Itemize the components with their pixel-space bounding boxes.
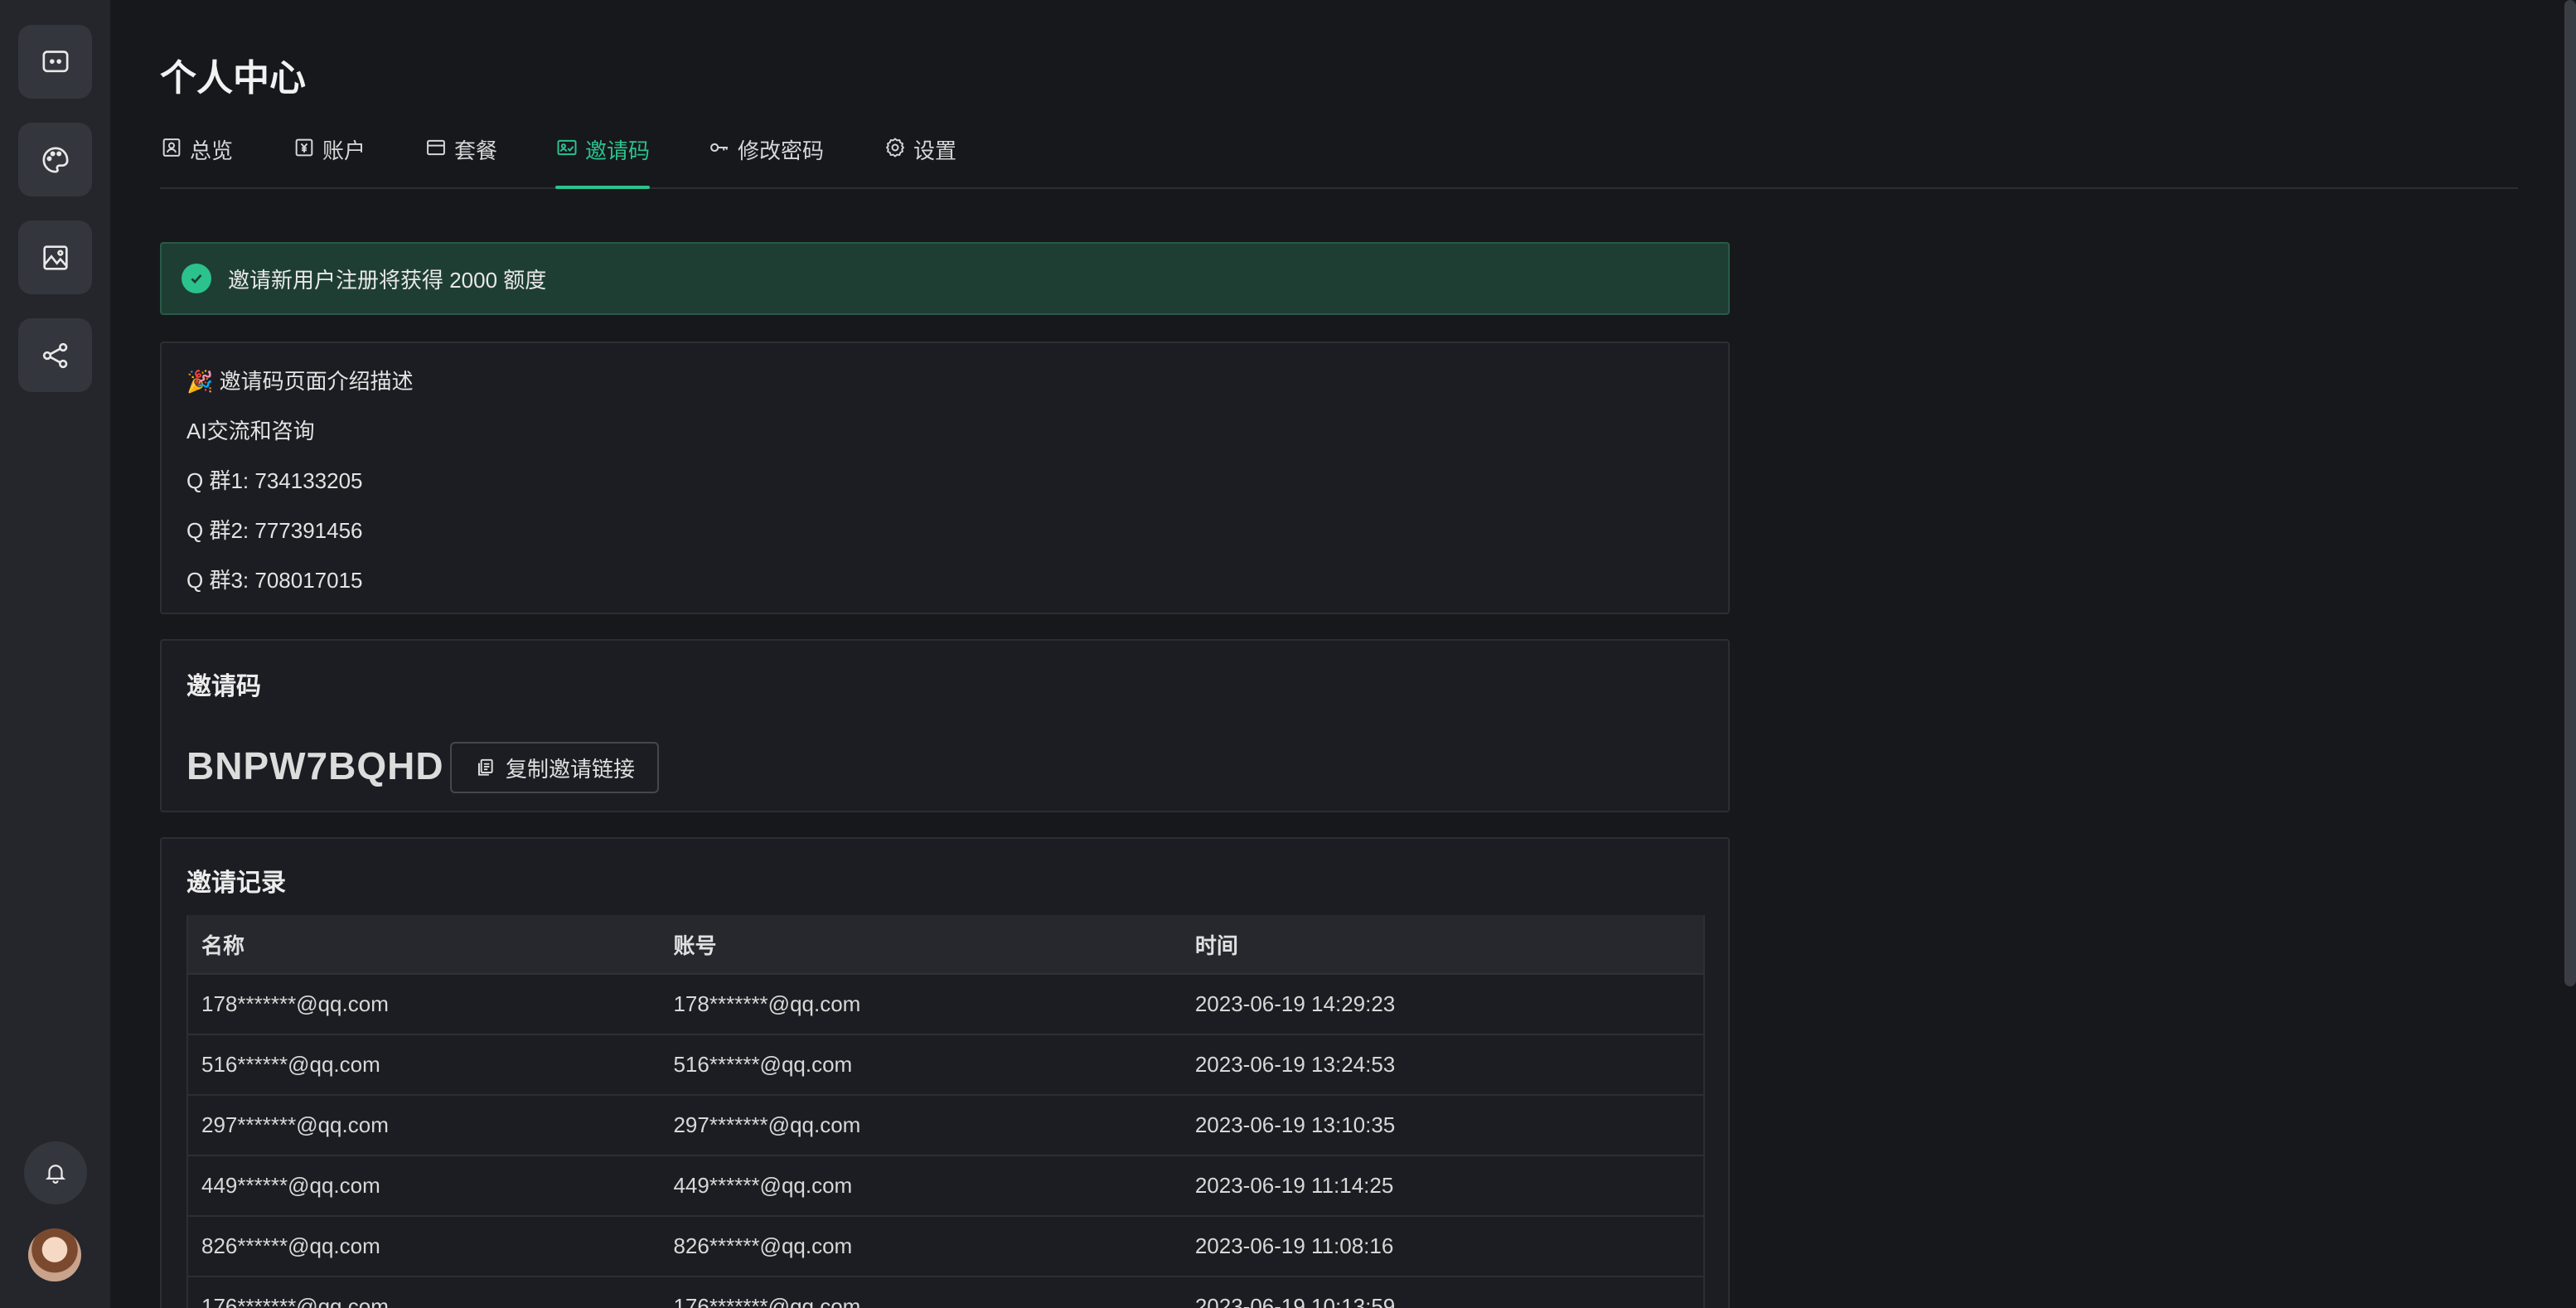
gear-icon — [885, 138, 905, 157]
cell-name: 176*******@qq.com — [187, 1277, 661, 1308]
cell-name: 297*******@qq.com — [187, 1095, 661, 1156]
cell-time: 2023-06-19 13:10:35 — [1181, 1095, 1704, 1156]
palette-icon — [42, 146, 69, 173]
page-title: 个人中心 — [160, 58, 306, 99]
check-circle-icon — [182, 264, 211, 293]
tab-change-password[interactable]: 修改密码 — [708, 134, 824, 187]
tab-label: 总览 — [190, 138, 234, 163]
table-header-row: 名称 账号 时间 — [187, 915, 1704, 975]
cell-time: 2023-06-19 11:08:16 — [1181, 1216, 1704, 1277]
avatar[interactable] — [28, 1228, 81, 1281]
cell-account: 178*******@qq.com — [660, 974, 1182, 1035]
wallet-icon — [295, 138, 313, 157]
alert-text: 邀请新用户注册将获得 2000 额度 — [228, 267, 547, 293]
cell-name: 449******@qq.com — [187, 1155, 661, 1217]
table-row: 826******@qq.com 826******@qq.com 2023-0… — [187, 1216, 1704, 1277]
cell-time: 2023-06-19 10:13:59 — [1181, 1277, 1704, 1308]
key-icon — [710, 143, 728, 153]
share-nav-button[interactable] — [18, 318, 92, 392]
cell-name: 516******@qq.com — [187, 1034, 661, 1096]
dashboard-icon — [162, 138, 181, 157]
table-row: 516******@qq.com 516******@qq.com 2023-0… — [187, 1034, 1704, 1096]
palette-nav-button[interactable] — [18, 123, 92, 196]
intro-line: 🎉 邀请码页面介绍描述 — [186, 369, 414, 394]
invite-code-value: BNPW7BQHD — [186, 744, 444, 787]
cell-time: 2023-06-19 11:14:25 — [1181, 1155, 1704, 1217]
bell-icon — [45, 1165, 66, 1184]
tab-account[interactable]: 账户 — [293, 134, 366, 187]
package-icon — [427, 139, 445, 156]
table-row: 176*******@qq.com 176*******@qq.com 2023… — [187, 1277, 1704, 1308]
cell-name: 178*******@qq.com — [187, 974, 661, 1035]
column-header-account: 账号 — [660, 915, 1182, 975]
invite-records-card: 邀请记录 名称 账号 时间 178*******@qq.com 178*****… — [160, 837, 1730, 1308]
copy-label: 复制邀请链接 — [505, 756, 635, 782]
intro-line: Q 群3: 708017015 — [186, 568, 363, 593]
cell-time: 2023-06-19 14:29:23 — [1181, 974, 1704, 1035]
cell-account: 449******@qq.com — [660, 1155, 1182, 1217]
intro-line: Q 群1: 734133205 — [186, 468, 363, 493]
invite-card-icon — [557, 139, 577, 156]
image-nav-button[interactable] — [18, 220, 92, 294]
tab-label: 套餐 — [454, 138, 498, 163]
info-alert: 邀请新用户注册将获得 2000 额度 — [160, 242, 1730, 315]
tab-label: 设置 — [913, 138, 957, 163]
invite-code-title: 邀请码 — [186, 673, 261, 700]
cell-account: 826******@qq.com — [660, 1216, 1182, 1277]
column-header-time: 时间 — [1181, 915, 1704, 975]
invite-code-card: 邀请码 BNPW7BQHD 复制邀请链接 — [160, 639, 1730, 812]
tab-label: 修改密码 — [738, 138, 825, 163]
tab-bar: 总览 账户 套餐 邀请码 修改密码 设置 — [160, 134, 2518, 189]
copy-invite-link-button[interactable]: 复制邀请链接 — [450, 742, 659, 793]
column-header-name: 名称 — [187, 915, 661, 975]
tab-settings[interactable]: 设置 — [884, 134, 956, 187]
tab-invite-code[interactable]: 邀请码 — [555, 134, 651, 189]
table-row: 297*******@qq.com 297*******@qq.com 2023… — [187, 1095, 1704, 1156]
records-table: 名称 账号 时间 178*******@qq.com 178*******@qq… — [186, 915, 1705, 1308]
tab-package[interactable]: 套餐 — [424, 134, 497, 187]
copy-icon — [477, 758, 493, 776]
table-row: 449******@qq.com 449******@qq.com 2023-0… — [187, 1155, 1704, 1217]
chat-nav-button[interactable] — [18, 25, 92, 99]
share-icon — [42, 342, 67, 368]
chat-icon — [42, 50, 68, 72]
tab-label: 账户 — [322, 138, 366, 163]
cell-account: 516******@qq.com — [660, 1034, 1182, 1096]
sidebar — [0, 0, 110, 1308]
records-title: 邀请记录 — [186, 870, 286, 897]
tab-overview[interactable]: 总览 — [160, 134, 233, 187]
cell-time: 2023-06-19 13:24:53 — [1181, 1034, 1704, 1096]
scrollbar[interactable] — [2564, 0, 2576, 986]
image-icon — [42, 245, 68, 270]
notification-button[interactable] — [24, 1141, 87, 1204]
cell-account: 297*******@qq.com — [660, 1095, 1182, 1156]
table-row: 178*******@qq.com 178*******@qq.com 2023… — [187, 974, 1704, 1035]
tab-label: 邀请码 — [585, 138, 651, 163]
cell-name: 826******@qq.com — [187, 1216, 661, 1277]
intro-line: AI交流和咨询 — [186, 419, 315, 443]
intro-card: 🎉 邀请码页面介绍描述 AI交流和咨询 Q 群1: 734133205 Q 群2… — [160, 342, 1730, 614]
intro-line: Q 群2: 777391456 — [186, 518, 363, 543]
cell-account: 176*******@qq.com — [660, 1277, 1182, 1308]
